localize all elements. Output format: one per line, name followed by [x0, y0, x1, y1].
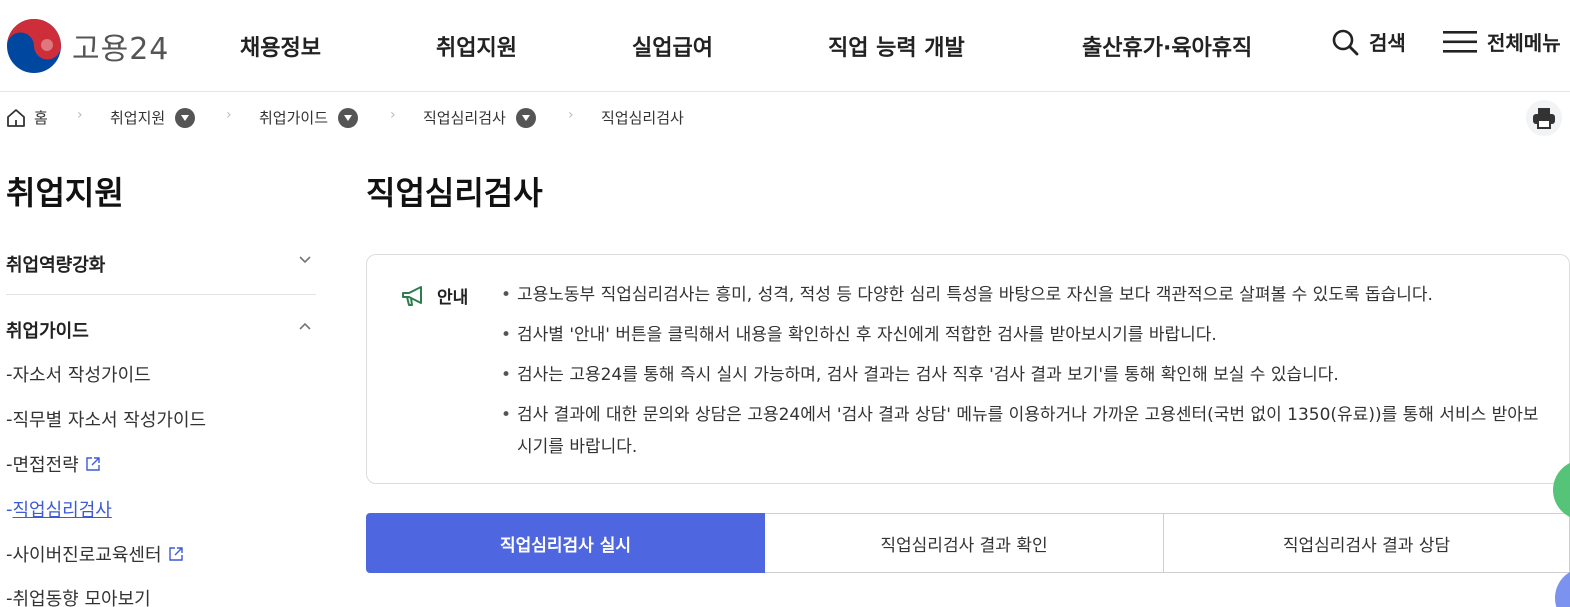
header: 고용24 채용정보 취업지원 실업급여 직업 능력 개발 출산휴가·육아휴직 검… [0, 0, 1570, 92]
home-icon [7, 108, 25, 127]
sidebar-group-capacity[interactable]: 취업역량강화 [6, 251, 316, 277]
notice-label: 안내 [437, 288, 469, 308]
breadcrumb-label: 직업심리검사 [601, 109, 684, 127]
search-button[interactable]: 검색 [1331, 27, 1406, 56]
dropdown-icon[interactable] [338, 107, 359, 128]
sidebar-item-label: 자소서 작성가이드 [12, 365, 151, 386]
hamburger-icon [1443, 30, 1477, 53]
psych-test-tabs: 직업심리검사 실시 직업심리검사 결과 확인 직업심리검사 결과 상담 [366, 513, 1570, 573]
notice-box: 안내 고용노동부 직업심리검사는 흥미, 성격, 적성 등 다양한 심리 특성을… [366, 254, 1570, 484]
megaphone-icon [402, 285, 422, 306]
search-icon [1332, 29, 1359, 55]
sidebar-item-job-resume-guide[interactable]: - 직무별 자소서 작성가이드 [6, 406, 206, 432]
breadcrumb-label: 취업가이드 [259, 109, 329, 127]
external-link-icon [86, 457, 100, 471]
notice-item: 고용노동부 직업심리검사는 흥미, 성격, 적성 등 다양한 심리 특성을 바탕… [501, 279, 1541, 311]
gnb-maternity-parental-leave[interactable]: 출산휴가·육아휴직 [1082, 30, 1252, 62]
sidebar-item-trends[interactable]: - 취업동향 모아보기 [6, 585, 151, 607]
breadcrumb-home-label: 홈 [34, 109, 48, 127]
notice-item: 검사는 고용24를 통해 즉시 실시 가능하며, 검사 결과는 검사 직후 '검… [501, 359, 1541, 391]
chevron-right-icon: › [390, 107, 396, 123]
sidebar-item-psych-test[interactable]: - 직업심리검사 [6, 496, 112, 522]
sidebar-item-label: 취업동향 모아보기 [12, 589, 151, 607]
chevron-down-icon [299, 256, 311, 264]
gnb-employment-support[interactable]: 취업지원 [436, 30, 517, 62]
notice-header: 안내 [401, 283, 468, 308]
sidebar-group-label: 취업가이드 [6, 321, 89, 342]
notice-list: 고용노동부 직업심리검사는 흥미, 성격, 적성 등 다양한 심리 특성을 바탕… [501, 279, 1541, 471]
sidebar-group-label: 취업역량강화 [6, 255, 106, 276]
sidebar-item-label: 직업심리검사 [12, 500, 112, 521]
chevron-up-icon [299, 322, 311, 330]
chevron-right-icon: › [226, 107, 232, 123]
gnb-job-info[interactable]: 채용정보 [240, 30, 321, 62]
site-logo[interactable]: 고용24 [6, 18, 169, 74]
dropdown-icon[interactable] [515, 107, 536, 128]
sidebar-divider [6, 294, 316, 295]
sidebar-item-label: 사이버진로교육센터 [12, 545, 162, 566]
breadcrumb-psych-test[interactable]: 직업심리검사 [423, 107, 536, 128]
print-button[interactable] [1526, 100, 1562, 136]
print-icon [1533, 108, 1555, 129]
tab-check-result[interactable]: 직업심리검사 결과 확인 [765, 513, 1164, 573]
floating-top-button[interactable] [1555, 568, 1570, 607]
all-menu-button[interactable]: 전체메뉴 [1443, 27, 1561, 56]
dropdown-icon[interactable] [175, 107, 196, 128]
notice-item: 검사 결과에 대한 문의와 상담은 고용24에서 '검사 결과 상담' 메뉴를 … [501, 399, 1541, 463]
page-title: 직업심리검사 [366, 174, 543, 212]
external-link-icon [168, 547, 183, 561]
tab-result-consult[interactable]: 직업심리검사 결과 상담 [1164, 513, 1570, 573]
sidebar-item-label: 직무별 자소서 작성가이드 [12, 410, 207, 431]
tab-take-test[interactable]: 직업심리검사 실시 [366, 513, 765, 573]
sidebar-item-label: 면접전략 [12, 455, 79, 476]
chevron-right-icon: › [568, 107, 574, 123]
logo-text: 고용24 [72, 32, 170, 67]
gnb-unemployment-benefit[interactable]: 실업급여 [632, 30, 713, 62]
gnb-job-skill-development[interactable]: 직업 능력 개발 [828, 30, 965, 62]
breadcrumb-label: 취업지원 [110, 109, 166, 127]
breadcrumb-current: 직업심리검사 [601, 107, 684, 128]
sidebar-item-cyber-career[interactable]: - 사이버진로교육센터 [6, 541, 184, 567]
search-label: 검색 [1369, 31, 1406, 55]
breadcrumb-label: 직업심리검사 [423, 109, 506, 127]
breadcrumb: 홈 › 취업지원 › 취업가이드 › 직업심리검사 › 직업심리검사 [0, 93, 1570, 141]
breadcrumb-home[interactable]: 홈 [6, 107, 48, 128]
sidebar-group-guide[interactable]: 취업가이드 [6, 317, 316, 343]
sidebar-item-resume-guide[interactable]: - 자소서 작성가이드 [6, 361, 151, 387]
logo-emblem-icon [7, 19, 61, 73]
sidebar-item-interview[interactable]: - 면접전략 [6, 451, 101, 477]
sidebar-title: 취업지원 [6, 174, 124, 212]
all-menu-label: 전체메뉴 [1487, 31, 1561, 55]
chevron-right-icon: › [77, 107, 83, 123]
breadcrumb-employment-support[interactable]: 취업지원 [110, 107, 196, 128]
notice-item: 검사별 '안내' 버튼을 클릭해서 내용을 확인하신 후 자신에게 적합한 검사… [501, 319, 1541, 351]
breadcrumb-employment-guide[interactable]: 취업가이드 [259, 107, 359, 128]
